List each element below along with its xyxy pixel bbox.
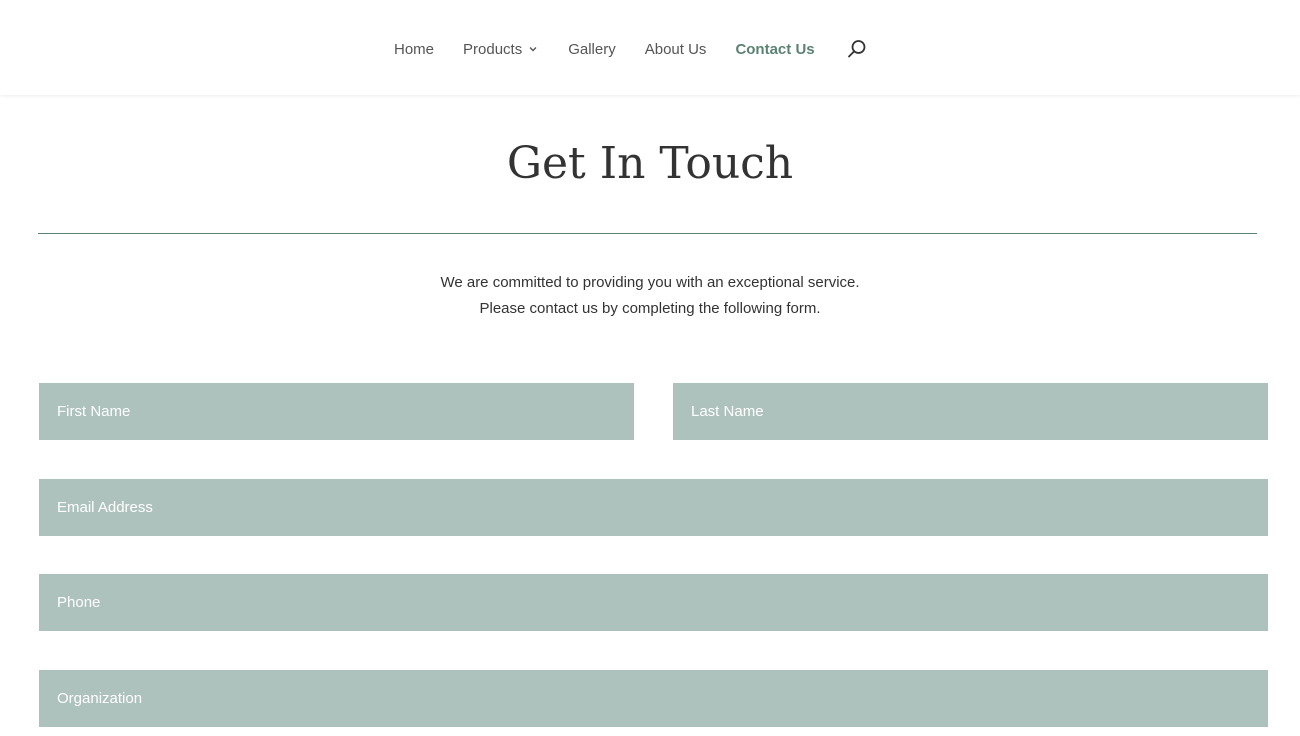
nav-item-products[interactable]: Products xyxy=(463,41,538,58)
top-header: Home Products Gallery About Us Contact U… xyxy=(0,0,1300,95)
first-name-field[interactable] xyxy=(39,383,634,440)
chevron-down-icon xyxy=(529,47,537,52)
title-divider xyxy=(38,233,1257,234)
intro-line-2: Please contact us by completing the foll… xyxy=(479,300,821,317)
nav-item-about-us[interactable]: About Us xyxy=(645,41,707,58)
intro-line-1: We are committed to providing you with a… xyxy=(440,274,860,291)
nav-item-products-label: Products xyxy=(463,40,523,58)
search-icon[interactable] xyxy=(846,38,868,60)
organization-field[interactable] xyxy=(39,670,1268,727)
nav-item-home[interactable]: Home xyxy=(394,41,434,58)
page-title: Get In Touch xyxy=(506,138,794,189)
email-field[interactable] xyxy=(39,479,1268,536)
nav-item-gallery[interactable]: Gallery xyxy=(568,41,616,58)
intro-text: We are committed to providing you with a… xyxy=(0,270,1300,322)
nav-item-contact-us[interactable]: Contact Us xyxy=(735,41,814,58)
main-nav: Home Products Gallery About Us Contact U… xyxy=(394,38,868,60)
last-name-field[interactable] xyxy=(673,383,1268,440)
phone-field[interactable] xyxy=(39,574,1268,631)
